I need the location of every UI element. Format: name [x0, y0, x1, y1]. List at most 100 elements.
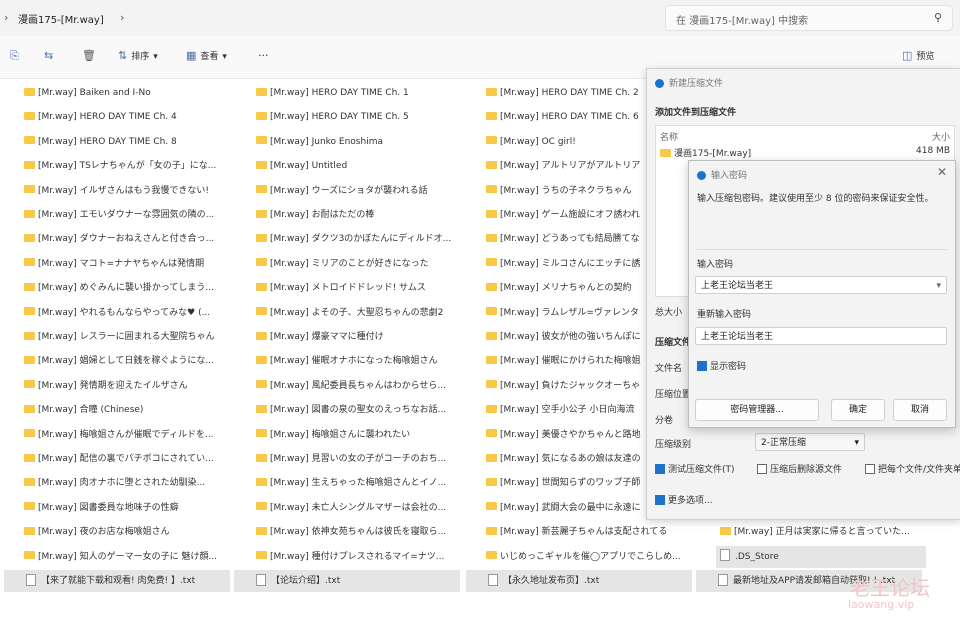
- file-name: [Mr.way] 世間知らずのワップ子師: [500, 478, 641, 489]
- more-options-checkbox[interactable]: 更多选项...: [655, 493, 713, 506]
- view-button[interactable]: ▦ 查看 ▾: [186, 49, 227, 62]
- folder-item[interactable]: [Mr.way] HERO DAY TIME Ch. 5: [256, 106, 466, 128]
- file-name: [Mr.way] メリナちゃんとの契約: [500, 283, 632, 294]
- column-name[interactable]: 名称: [660, 130, 678, 143]
- folder-item[interactable]: [Mr.way] 爆豪ママに種付け: [256, 326, 466, 348]
- folder-item[interactable]: [Mr.way] Baiken and I-No: [24, 82, 234, 104]
- checkbox-checked[interactable]: [697, 360, 707, 371]
- file-icon: [718, 573, 728, 586]
- folder-item[interactable]: [Mr.way] 新芸麗子ちゃんは支配されてる: [486, 521, 696, 543]
- folder-item[interactable]: [Mr.way] ダクツ3のかぼたんにディルドオ...: [256, 228, 466, 250]
- cancel-button[interactable]: 取消: [893, 399, 947, 421]
- folder-item[interactable]: [Mr.way] 合瞳 (Chinese): [24, 399, 234, 421]
- view-label: 查看: [200, 52, 219, 62]
- preview-button[interactable]: ◫ 预览: [902, 49, 934, 62]
- column-size[interactable]: 大小: [932, 130, 950, 143]
- close-icon[interactable]: ✕: [937, 165, 947, 179]
- folder-item[interactable]: [Mr.way] 見習いの女の子がコーチのおち...: [256, 448, 466, 470]
- file-name: [Mr.way] 図書委員な地味子の性癖: [38, 502, 179, 513]
- password-input[interactable]: 上老王论坛当老王 ▾: [695, 276, 947, 294]
- txt-file-item[interactable]: 【永久地址发布页】.txt: [466, 570, 692, 592]
- folder-item[interactable]: [Mr.way] 風紀委員長ちゃんはわからせら...: [256, 375, 466, 397]
- folder-icon: [24, 502, 35, 511]
- folder-item[interactable]: [Mr.way] 催眠オナホになった梅喰姐さん: [256, 350, 466, 372]
- folder-item[interactable]: [Mr.way] 正月は実家に帰ると言っていた...: [716, 521, 926, 543]
- folder-item[interactable]: [Mr.way] 依神女苑ちゃんは彼氏を寝取ら...: [256, 521, 466, 543]
- file-name: 【来了就能下载和观看! 肉免费! 】.txt: [41, 576, 196, 586]
- more-button[interactable]: ···: [258, 49, 269, 62]
- level-select[interactable]: 2-正常压缩 ▾: [755, 433, 865, 451]
- file-name: [Mr.way] OC girl!: [500, 136, 576, 147]
- folder-item[interactable]: [Mr.way] エモいダウナーな雰囲気の隣の...: [24, 204, 234, 226]
- delete-icon[interactable]: 🗑: [82, 49, 96, 62]
- cut-icon[interactable]: ⎘: [10, 49, 19, 63]
- folder-item[interactable]: [Mr.way] イルザさんはもう我慢できない!: [24, 180, 234, 202]
- folder-item[interactable]: [Mr.way] 梅喰姐さんが催眠でディルドを...: [24, 424, 234, 446]
- show-password-checkbox[interactable]: 显示密码: [697, 359, 746, 372]
- checkbox-checked[interactable]: [655, 463, 665, 474]
- folder-item[interactable]: [Mr.way] 肉オナホに堕とされた幼馴染...: [24, 472, 234, 494]
- folder-item[interactable]: [Mr.way] ダウナーおねえさんと付き合っ...: [24, 228, 234, 250]
- folder-item[interactable]: [Mr.way] Untitled: [256, 155, 466, 177]
- checkbox[interactable]: [757, 463, 767, 474]
- folder-item[interactable]: [Mr.way] HERO DAY TIME Ch. 8: [24, 131, 234, 153]
- breadcrumb[interactable]: 漫画175-[Mr.way]: [18, 11, 104, 26]
- format-label: 压缩文件: [655, 338, 692, 348]
- folder-item[interactable]: [Mr.way] 知人のゲーマー女の子に 魅け顔...: [24, 546, 234, 568]
- folder-item[interactable]: [Mr.way] ウーズにショタが襲われる話: [256, 180, 466, 202]
- folder-icon: [24, 453, 35, 462]
- folder-item[interactable]: [Mr.way] TSレナちゃんが「女の子」にな...: [24, 155, 234, 177]
- item-size: 418 MB: [916, 146, 950, 156]
- folder-item[interactable]: [Mr.way] マコト=ナナヤちゃんは発情期: [24, 253, 234, 275]
- folder-item[interactable]: [Mr.way] やれるもんならやってみな♥ (...: [24, 302, 234, 324]
- location-label: 压缩位置: [655, 390, 692, 400]
- folder-item[interactable]: [Mr.way] 梅喰姐さんに襲われたい: [256, 424, 466, 446]
- txt-file-item[interactable]: 【来了就能下载和观看! 肉免费! 】.txt: [4, 570, 230, 592]
- search-input[interactable]: 在 漫画175-[Mr.way] 中搜索: [676, 12, 808, 27]
- folder-item[interactable]: [Mr.way] ミリアのことが好きになった: [256, 253, 466, 275]
- folder-icon: [24, 111, 35, 120]
- folder-icon: [24, 331, 35, 340]
- folder-item[interactable]: [Mr.way] 配信の裏でパチボコにされてい...: [24, 448, 234, 470]
- folder-item[interactable]: [Mr.way] お耐はただの棒: [256, 204, 466, 226]
- folder-icon: [486, 502, 497, 511]
- checkbox[interactable]: [865, 463, 875, 474]
- checkbox-checked[interactable]: [655, 494, 665, 505]
- each-file-checkbox[interactable]: 把每个文件/文件夹单独: [865, 462, 960, 475]
- folder-item[interactable]: [Mr.way] Junko Enoshima: [256, 131, 466, 153]
- folder-item[interactable]: [Mr.way] 未亡人シングルマザーは会社の...: [256, 497, 466, 519]
- folder-icon: [486, 307, 497, 316]
- folder-item[interactable]: [Mr.way] 図書の泉の聖女のえっちなお話...: [256, 399, 466, 421]
- list-item[interactable]: 漫画175-[Mr.way]: [660, 146, 751, 159]
- txt-file-item[interactable]: 【论坛介绍】.txt: [234, 570, 460, 592]
- folder-icon: [24, 136, 35, 145]
- repeat-password-input[interactable]: 上老王论坛当老王: [695, 327, 947, 345]
- file-name: [Mr.way] エモいダウナーな雰囲気の隣の...: [38, 210, 215, 220]
- search-box[interactable]: 在 漫画175-[Mr.way] 中搜索 ⚲: [665, 5, 953, 31]
- chevron-right-icon[interactable]: ›: [4, 11, 8, 24]
- test-archive-checkbox[interactable]: 测试压缩文件(T): [655, 462, 735, 475]
- folder-item[interactable]: [Mr.way] 種付けプレスされるマイ=ナツ...: [256, 546, 466, 568]
- folder-item[interactable]: [Mr.way] 娼婦として日銭を稼ぐようにな...: [24, 350, 234, 372]
- folder-item[interactable]: [Mr.way] HERO DAY TIME Ch. 4: [24, 106, 234, 128]
- password-manager-button[interactable]: 密码管理器...: [695, 399, 819, 421]
- folder-item[interactable]: [Mr.way] HERO DAY TIME Ch. 1: [256, 82, 466, 104]
- folder-item[interactable]: いじめっこギャルを催◯アプリでこらしめ...: [486, 546, 696, 568]
- chevron-down-icon: ▾: [854, 438, 859, 448]
- folder-item[interactable]: [Mr.way] メトロイドドレッド! サムス: [256, 277, 466, 299]
- file-item[interactable]: .DS_Store: [716, 545, 926, 568]
- delete-source-checkbox[interactable]: 压缩后删除源文件: [757, 462, 842, 475]
- file-icon: [488, 573, 498, 586]
- folder-item[interactable]: [Mr.way] 夜のお店な梅喰姐さん: [24, 521, 234, 543]
- folder-item[interactable]: [Mr.way] 図書委員な地味子の性癖: [24, 497, 234, 519]
- ok-button[interactable]: 确定: [831, 399, 885, 421]
- folder-item[interactable]: [Mr.way] めぐみんに襲い掛かってしまう...: [24, 277, 234, 299]
- folder-item[interactable]: [Mr.way] レスラーに囲まれる大聖院ちゃん: [24, 326, 234, 348]
- sort-button[interactable]: ⇅ 排序 ▾: [118, 49, 158, 62]
- chevron-right-icon[interactable]: ›: [120, 11, 124, 24]
- share-icon[interactable]: ⇆: [44, 49, 53, 62]
- folder-item[interactable]: [Mr.way] よその子、大聖忍ちゃんの悲劇2: [256, 302, 466, 324]
- file-name: 【永久地址发布页】.txt: [503, 576, 600, 586]
- folder-item[interactable]: [Mr.way] 生えちゃった梅喰姐さんとイノ...: [256, 472, 466, 494]
- folder-item[interactable]: [Mr.way] 発情期を迎えたイルザさん: [24, 375, 234, 397]
